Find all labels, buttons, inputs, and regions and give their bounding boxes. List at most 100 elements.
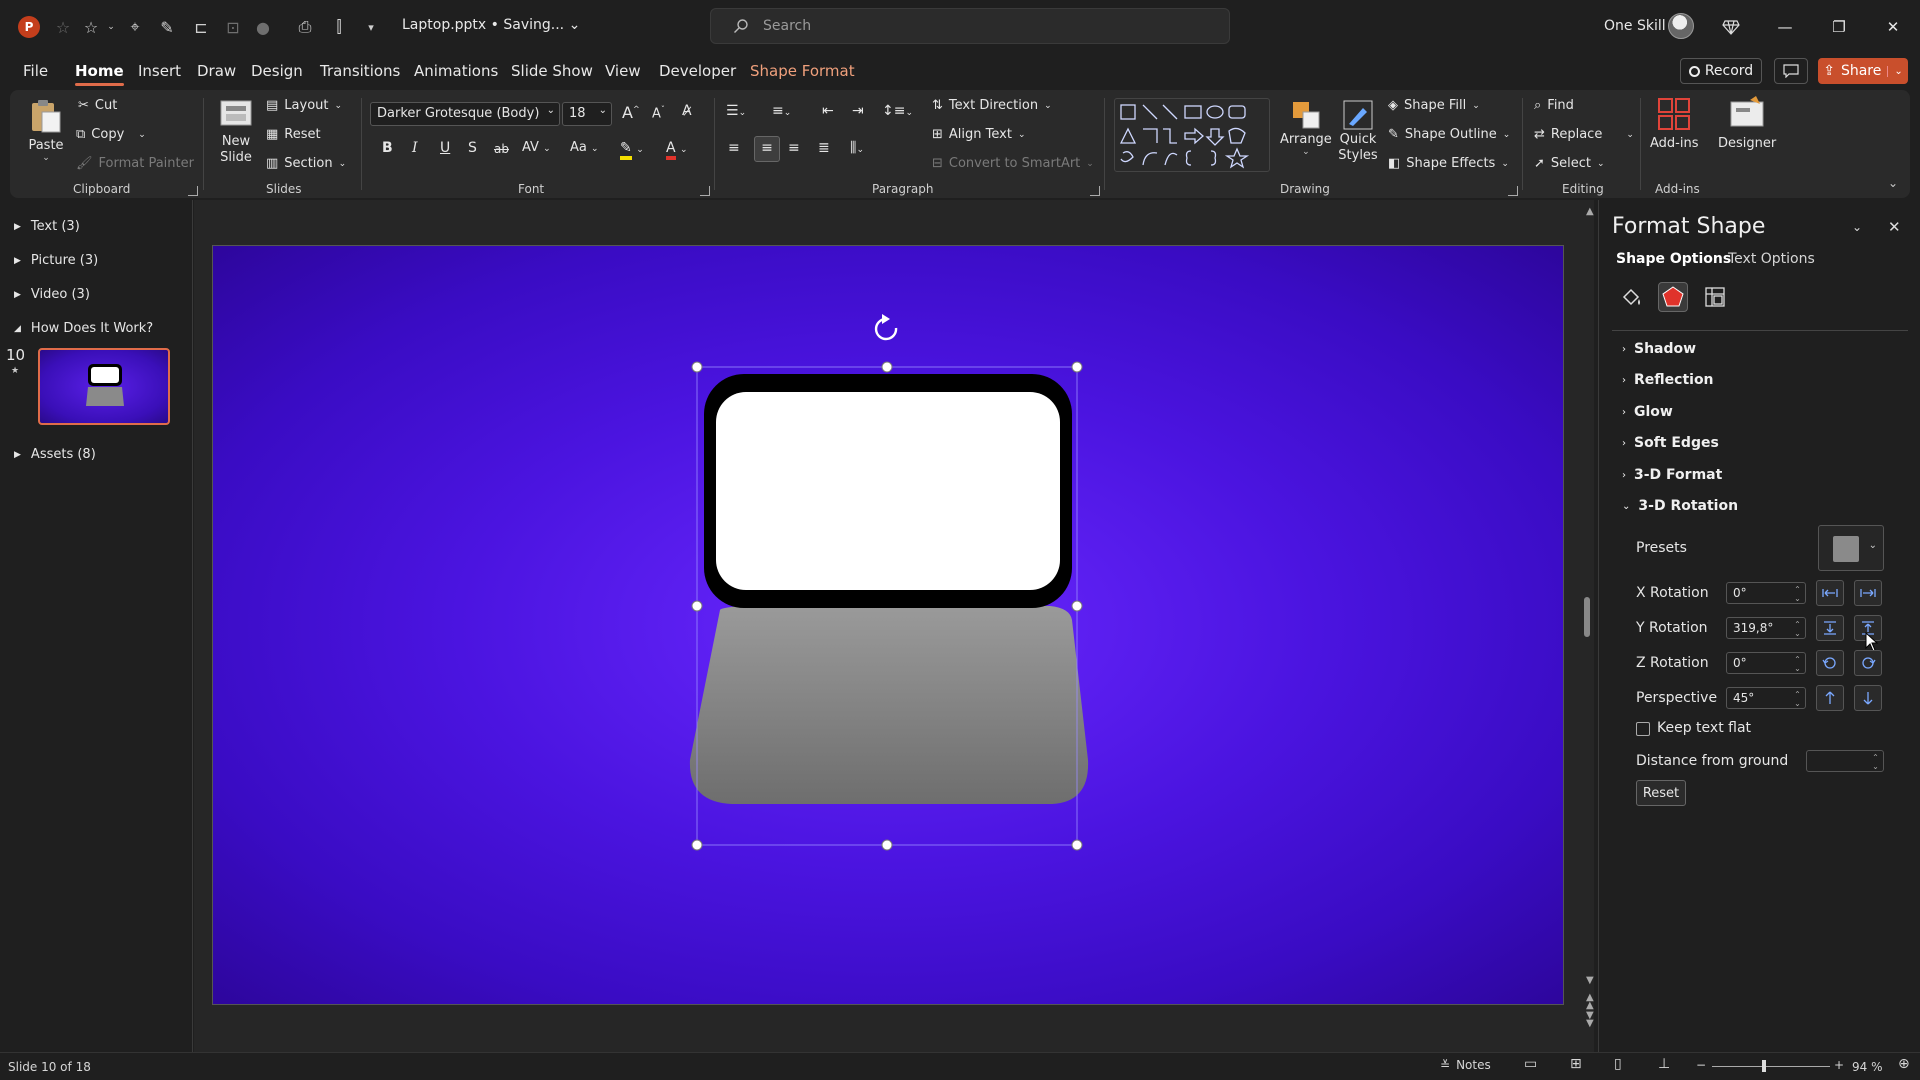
minimize-icon[interactable]: — xyxy=(1772,14,1798,40)
font-launcher-icon[interactable] xyxy=(700,186,710,196)
laptop-shape-group[interactable] xyxy=(660,310,1120,860)
line-spacing-icon[interactable]: ↕≡⌄ xyxy=(882,103,913,119)
tab-developer[interactable]: Developer xyxy=(659,62,736,80)
x-rotate-left-icon[interactable] xyxy=(1816,580,1844,606)
addins-button[interactable]: Add-ins xyxy=(1650,96,1698,151)
size-properties-icon[interactable] xyxy=(1700,282,1730,312)
section-text[interactable]: ▶ Text (3) xyxy=(14,219,80,234)
zoom-out-icon[interactable]: − xyxy=(1696,1058,1706,1072)
y-rotate-down-icon[interactable] xyxy=(1816,615,1844,641)
numbering-icon[interactable]: ≡⌄ xyxy=(772,103,791,119)
accordion-soft-edges[interactable]: › Soft Edges xyxy=(1622,435,1719,451)
resize-handle-top-right[interactable] xyxy=(1071,361,1083,373)
tab-file[interactable]: File xyxy=(23,62,48,80)
vertical-scrollbar-thumb[interactable] xyxy=(1584,597,1590,637)
accordion-shadow[interactable]: › Shadow xyxy=(1622,341,1696,357)
resize-handle-right[interactable] xyxy=(1071,600,1083,612)
y-rotation-input[interactable]: 319,8° xyxy=(1726,617,1806,639)
resize-handle-top[interactable] xyxy=(881,361,893,373)
shapes-gallery[interactable] xyxy=(1114,98,1270,172)
tab-text-options[interactable]: Text Options xyxy=(1728,251,1815,267)
shape-icon[interactable]: ● xyxy=(252,16,274,38)
font-family-select[interactable]: Darker Grotesque (Body) ⌄ xyxy=(370,102,560,126)
accordion-reflection[interactable]: › Reflection xyxy=(1622,372,1714,388)
strikethrough-button[interactable]: ab xyxy=(494,142,509,156)
autosave-icon[interactable]: ☆ xyxy=(52,16,74,38)
reset-slide-button[interactable]: ▦ Reset xyxy=(266,127,321,142)
convert-smartart-button[interactable]: ⊟ Convert to SmartArt ⌄ xyxy=(932,156,1094,171)
shape-fill-button[interactable]: ◈ Shape Fill ⌄ xyxy=(1388,98,1480,113)
align-center-icon[interactable]: ≡ xyxy=(754,136,780,162)
cut-button[interactable]: ✂ Cut xyxy=(78,98,117,113)
character-spacing-button[interactable]: AV ⌄ xyxy=(522,140,551,155)
align-left-icon[interactable]: ≡ xyxy=(728,140,740,156)
find-button[interactable]: ⌕ Find xyxy=(1534,98,1574,113)
distance-from-ground-input[interactable] xyxy=(1806,750,1884,772)
reset-3d-rotation-button[interactable]: Reset xyxy=(1636,780,1686,806)
accordion-3d-format[interactable]: › 3-D Format xyxy=(1622,467,1722,483)
zoom-level[interactable]: 94 % xyxy=(1852,1060,1883,1074)
tab-view[interactable]: View xyxy=(605,62,641,80)
z-rotate-cw-icon[interactable] xyxy=(1854,650,1882,676)
chevron-down-icon[interactable]: ⌄ xyxy=(100,16,122,38)
perspective-increase-icon[interactable] xyxy=(1816,685,1844,711)
change-case-button[interactable]: Aa ⌄ xyxy=(570,140,599,155)
diamond-icon[interactable] xyxy=(1718,14,1744,40)
tab-design[interactable]: Design xyxy=(251,62,303,80)
slideshow-view-icon[interactable]: ⊥ xyxy=(1658,1056,1670,1072)
tab-draw[interactable]: Draw xyxy=(197,62,236,80)
increase-indent-icon[interactable]: ⇥ xyxy=(852,103,864,119)
resize-handle-bottom-right[interactable] xyxy=(1071,839,1083,851)
underline-button[interactable]: U xyxy=(440,140,450,156)
designer-button[interactable]: Designer xyxy=(1718,96,1776,151)
format-painter-button[interactable]: 🖌 Format Painter xyxy=(76,156,194,171)
keep-text-flat-checkbox[interactable] xyxy=(1636,722,1650,736)
draw-icon[interactable]: ✎ xyxy=(156,16,178,38)
collapse-ribbon-icon[interactable]: ⌄ xyxy=(1888,176,1898,190)
perspective-decrease-icon[interactable] xyxy=(1854,685,1882,711)
font-size-select[interactable]: 18 ⌄ xyxy=(562,102,612,126)
tab-home[interactable]: Home xyxy=(75,62,124,86)
previous-slide-icon[interactable]: ▲ ▲ xyxy=(1586,993,1594,1011)
slide-sorter-icon[interactable]: ⊞ xyxy=(1570,1056,1582,1072)
italic-button[interactable]: I xyxy=(412,140,418,156)
decrease-indent-icon[interactable]: ⇤ xyxy=(822,103,834,119)
restore-icon[interactable]: ❐ xyxy=(1826,14,1852,40)
tab-animations[interactable]: Animations xyxy=(414,62,498,80)
perspective-input[interactable]: 45° xyxy=(1726,687,1806,709)
favorite-icon[interactable]: ☆ xyxy=(80,16,102,38)
present-icon[interactable]: ⌖ xyxy=(124,16,146,38)
distribute-icon[interactable]: ⫿ xyxy=(328,16,350,38)
zoom-slider-track[interactable] xyxy=(1712,1066,1830,1067)
rotate-handle-icon[interactable] xyxy=(874,314,898,341)
justify-icon[interactable]: ≣ xyxy=(818,140,830,156)
scroll-down-icon[interactable]: ▼ xyxy=(1586,975,1594,986)
close-icon[interactable]: ✕ xyxy=(1880,14,1906,40)
document-title[interactable]: Laptop.pptx • Saving... ⌄ xyxy=(402,17,580,33)
section-picture[interactable]: ▶ Picture (3) xyxy=(14,253,98,268)
resize-handle-bottom[interactable] xyxy=(881,839,893,851)
next-slide-icon[interactable]: ▼ ▼ xyxy=(1586,1011,1594,1029)
bullets-icon[interactable]: ☰⌄ xyxy=(726,103,746,119)
customize-toolbar-icon[interactable]: ▾ xyxy=(360,16,382,38)
notes-button[interactable]: ≚ Notes xyxy=(1440,1058,1491,1072)
search-box[interactable]: Search xyxy=(710,8,1230,44)
z-rotation-input[interactable]: 0° xyxy=(1726,652,1806,674)
fit-to-window-icon[interactable]: ⊕ xyxy=(1898,1056,1910,1072)
resize-handle-bottom-left[interactable] xyxy=(691,839,703,851)
font-color-button[interactable]: A ⌄ xyxy=(666,140,688,160)
quick-styles-button[interactable]: Quick Styles xyxy=(1336,98,1380,164)
accordion-3d-rotation[interactable]: ⌄ 3-D Rotation xyxy=(1622,498,1738,514)
user-name[interactable]: One Skill xyxy=(1604,18,1666,34)
copy-button[interactable]: ⧉ Copy ⌄ xyxy=(76,127,146,142)
tab-slide-show[interactable]: Slide Show xyxy=(511,62,593,80)
normal-view-icon[interactable]: ▭ xyxy=(1524,1056,1537,1072)
comments-button[interactable] xyxy=(1774,58,1808,84)
replace-button[interactable]: ⇄ Replace ⌄ xyxy=(1534,127,1634,142)
section-button[interactable]: ▥ Section ⌄ xyxy=(266,156,346,171)
print-icon[interactable]: ⎙ xyxy=(294,16,316,38)
text-direction-button[interactable]: ⇅ Text Direction ⌄ xyxy=(932,98,1052,113)
shape-outline-button[interactable]: ✎ Shape Outline ⌄ xyxy=(1388,127,1510,142)
scroll-up-icon[interactable]: ▲ xyxy=(1586,206,1594,217)
new-slide-button[interactable]: New Slide xyxy=(214,98,258,166)
